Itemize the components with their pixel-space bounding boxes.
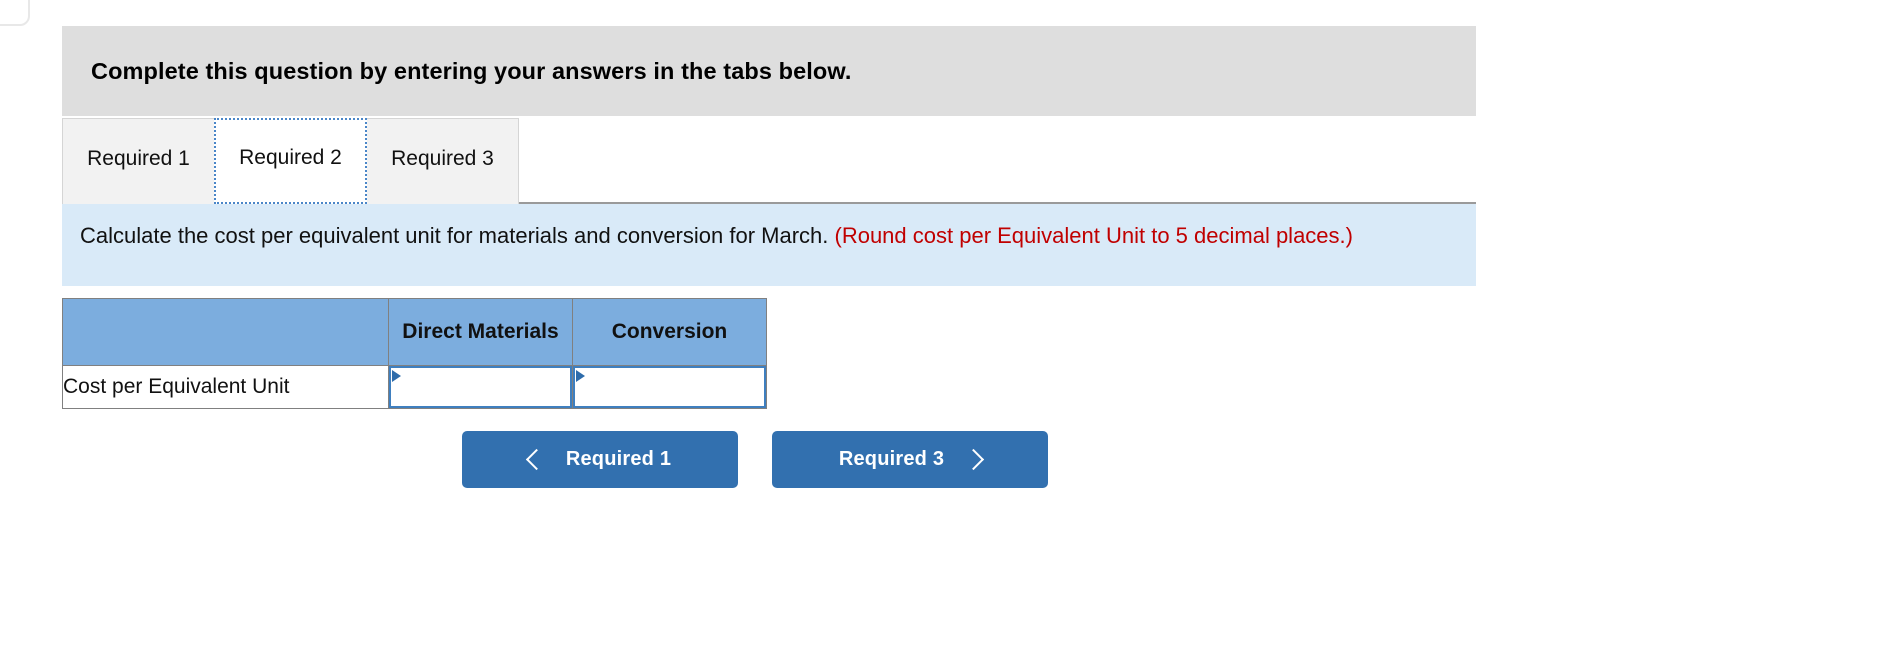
- requirement-description: Calculate the cost per equivalent unit f…: [62, 204, 1476, 286]
- next-button-label: Required 3: [838, 448, 945, 470]
- tab-required-1-label: Required 1: [87, 146, 190, 170]
- requirement-tabs: Required 1 Required 2 Required 3: [62, 116, 1476, 204]
- table-header-row: Direct Materials Conversion: [62, 298, 767, 366]
- answer-table: Direct Materials Conversion Cost per Equ…: [62, 298, 767, 409]
- question-panel: Complete this question by entering your …: [62, 26, 1476, 488]
- chevron-left-icon: [525, 448, 547, 471]
- answer-table-body: Cost per Equivalent Unit: [62, 365, 767, 409]
- next-required-3-button[interactable]: Required 3: [772, 431, 1048, 488]
- header-direct-materials: Direct Materials: [388, 298, 573, 366]
- question-banner-title: Complete this question by entering your …: [91, 57, 852, 84]
- tab-required-3-label: Required 3: [391, 146, 494, 170]
- header-blank: [62, 298, 389, 366]
- cell-direct-materials: [388, 365, 573, 409]
- answer-table-wrapper: Direct Materials Conversion Cost per Equ…: [62, 298, 1476, 409]
- row-label-cost-per-equivalent-unit: Cost per Equivalent Unit: [62, 365, 389, 409]
- tab-required-2[interactable]: Required 2: [214, 118, 367, 204]
- window-corner-artifact: [0, 0, 30, 26]
- prev-button-label: Required 1: [565, 448, 672, 470]
- question-banner: Complete this question by entering your …: [62, 26, 1476, 116]
- requirement-text: Calculate the cost per equivalent unit f…: [80, 222, 1452, 251]
- tab-required-3[interactable]: Required 3: [366, 118, 519, 204]
- table-row: Cost per Equivalent Unit: [62, 365, 767, 409]
- requirement-main-text: Calculate the cost per equivalent unit f…: [80, 223, 835, 248]
- tab-required-2-label: Required 2: [239, 146, 342, 169]
- prev-required-1-button[interactable]: Required 1: [462, 431, 738, 488]
- header-conversion: Conversion: [572, 298, 767, 366]
- cell-conversion: [572, 365, 767, 409]
- answer-table-head: Direct Materials Conversion: [62, 298, 767, 366]
- navigation-buttons: Required 1 Required 3: [62, 431, 1476, 488]
- input-direct-materials[interactable]: [389, 366, 572, 408]
- requirement-rounding-note: (Round cost per Equivalent Unit to 5 dec…: [834, 223, 1353, 248]
- input-conversion[interactable]: [573, 366, 766, 408]
- chevron-right-icon: [963, 448, 985, 471]
- tab-required-1[interactable]: Required 1: [62, 118, 215, 204]
